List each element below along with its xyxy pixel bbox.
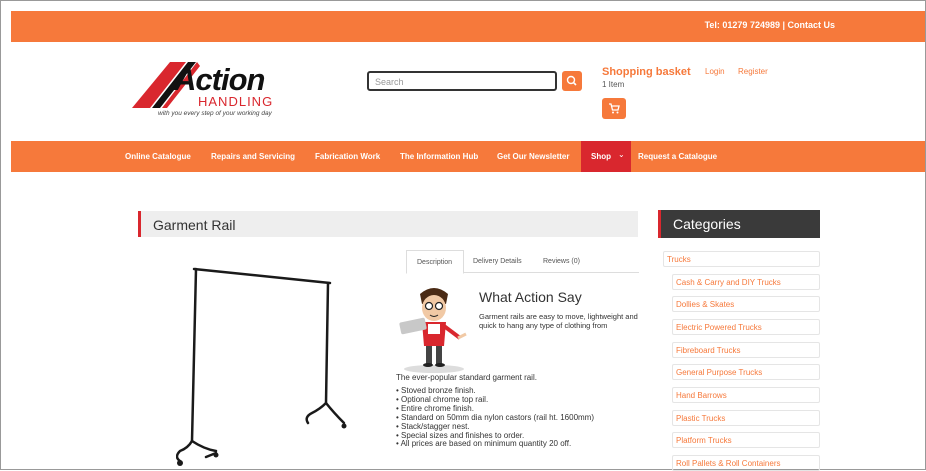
nav-newsletter[interactable]: Get Our Newsletter [497,152,569,161]
tab-delivery-label: Delivery Details [473,258,522,265]
nav-online-catalogue[interactable]: Online Catalogue [125,152,191,161]
cart-icon [609,103,620,114]
tab-reviews-label: Reviews (0) [543,258,580,265]
category-fibreboard[interactable]: Fibreboard Trucks [672,342,820,358]
nav-request-catalogue[interactable]: Request a Catalogue [638,152,717,161]
category-dollies-skates[interactable]: Dollies & Skates [672,296,820,312]
logo-word-handling: HANDLING [198,94,274,109]
list-item: All prices are based on minimum quantity… [396,440,594,449]
product-tabs: Description Delivery Details Reviews (0) [406,250,639,274]
nav-shop[interactable]: Shop ⌄ [581,141,631,172]
categories-heading-label: Categories [673,216,741,232]
category-label: Plastic Trucks [676,414,726,423]
logo-word-action: Action [174,62,265,97]
category-roll-pallets[interactable]: Roll Pallets & Roll Containers [672,455,820,471]
category-trucks[interactable]: Trucks [663,251,820,267]
nav-shop-label: Shop [591,152,611,161]
category-hand-barrows[interactable]: Hand Barrows [672,387,820,403]
register-link[interactable]: Register [738,67,768,76]
category-label: Hand Barrows [676,391,727,400]
product-title-bar: Garment Rail [138,211,638,237]
what-action-say-heading: What Action Say [479,289,582,305]
category-electric-powered[interactable]: Electric Powered Trucks [672,319,820,335]
category-trucks-label: Trucks [667,255,691,264]
contact-link[interactable]: Tel: 01279 724989 | Contact Us [705,20,835,30]
category-platform-trucks[interactable]: Platform Trucks [672,432,820,448]
search-input[interactable]: Search [367,71,557,91]
what-action-say-text: Garment rails are easy to move, lightwei… [479,312,638,330]
logo-tagline: with you every step of your working day [158,110,272,117]
tab-reviews[interactable]: Reviews (0) [538,250,588,272]
page-title: Garment Rail [153,217,236,233]
mascot-character-icon [399,288,467,373]
nav-repairs-servicing[interactable]: Repairs and Servicing [211,152,295,161]
category-label: Platform Trucks [676,436,732,445]
category-general-purpose[interactable]: General Purpose Trucks [672,364,820,380]
login-link[interactable]: Login [705,67,725,76]
cart-button[interactable] [602,98,626,119]
product-intro: The ever-popular standard garment rail. [396,373,537,382]
category-label: General Purpose Trucks [676,368,763,377]
chevron-down-icon: ⌄ [618,150,625,159]
shopping-basket-title[interactable]: Shopping basket [602,66,691,78]
action-handling-logo[interactable]: Action HANDLING with you every step of y… [130,60,330,122]
nav-information-hub[interactable]: The Information Hub [400,152,478,161]
category-plastic-trucks[interactable]: Plastic Trucks [672,410,820,426]
category-label: Fibreboard Trucks [676,346,741,355]
basket-item-count: 1 Item [602,80,625,89]
site-header: Action HANDLING with you every step of y… [11,42,925,141]
nav-fabrication-work[interactable]: Fabrication Work [315,152,380,161]
product-features-list: Stoved bronze finish. Optional chrome to… [396,386,594,449]
search-icon [566,75,577,86]
search-button[interactable] [562,71,582,91]
top-bar: Tel: 01279 724989 | Contact Us [11,11,925,42]
category-label: Cash & Carry and DIY Trucks [676,278,781,287]
category-label: Dollies & Skates [676,300,735,309]
categories-heading: Categories [658,210,820,238]
garment-rail-image [176,267,347,466]
category-cash-carry-diy[interactable]: Cash & Carry and DIY Trucks [672,274,820,290]
tab-delivery-details[interactable]: Delivery Details [466,250,538,272]
search-placeholder: Search [375,77,404,87]
category-label: Electric Powered Trucks [676,323,762,332]
tab-description-label: Description [417,259,453,266]
main-nav: Online Catalogue Repairs and Servicing F… [11,141,925,172]
tab-description[interactable]: Description [406,250,464,274]
category-label: Roll Pallets & Roll Containers [676,459,781,468]
